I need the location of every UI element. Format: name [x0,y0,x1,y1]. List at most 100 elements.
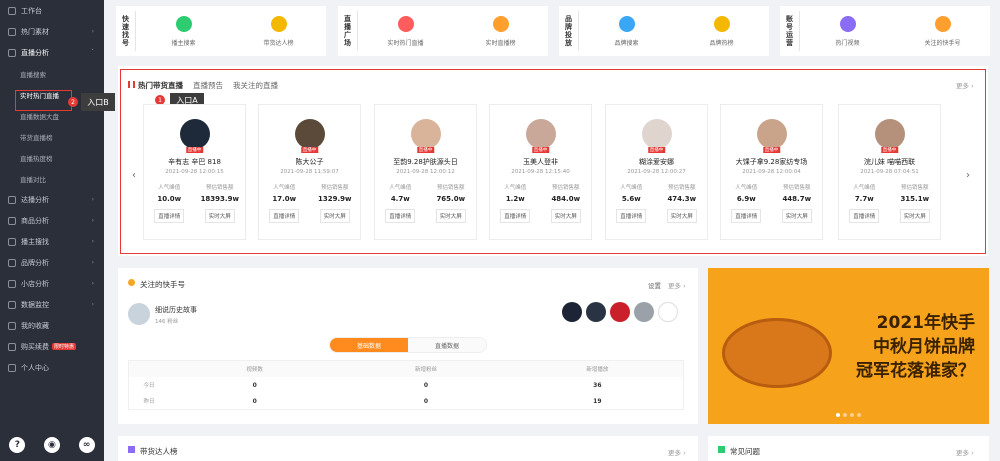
live-screen-button[interactable]: 实时大屏 [899,209,930,223]
account-avatar[interactable] [128,303,150,325]
avatar[interactable] [634,302,654,322]
live-time: 2021-09-28 12:00:04 [742,169,801,175]
avatar[interactable]: 直播中 [756,119,787,153]
live-time: 2021-09-28 11:59:07 [280,169,339,175]
streamer-name[interactable]: 至韵9.28护肤源头日 [393,157,458,167]
live-card[interactable]: 直播中 大馃子拿9.28家纺专场 2021-09-28 12:00:04 人气峰值 6.… [720,104,823,240]
live-screen-button[interactable]: 实时大屏 [435,209,466,223]
avatar[interactable]: 直播中 [874,119,905,153]
category-item[interactable]: 播主搜索 [136,15,231,47]
live-card[interactable]: 直播中 玉美人登非 2021-09-28 12:15:40 人气峰值 1.2w 预估销售额… [489,104,592,240]
sidebar-item[interactable]: 个人中心 [0,357,104,378]
promo-banner[interactable]: 2021年快手 中秋月饼品牌 冠军花落谁家？ [708,268,989,424]
live-screen-button[interactable]: 实时大屏 [666,209,697,223]
sidebar-subitem[interactable]: 带货直播榜 [0,126,104,147]
account-name[interactable]: 细说历史故事 [155,305,197,315]
avatar[interactable]: 直播中 [410,119,441,153]
sidebar-item[interactable]: 达播分析 › [0,189,104,210]
avatar[interactable] [562,302,582,322]
sidebar-item[interactable]: 品牌分析 › [0,252,104,273]
sidebar-item[interactable]: 我的收藏 [0,315,104,336]
cell: 0 [252,381,257,389]
sidebar-item-label: 达播分析 [21,195,49,204]
category-item[interactable]: 实时热门直播 [358,15,453,47]
tab-live-preview[interactable]: 直播预告 [193,80,223,91]
category-item[interactable]: 热门视频 [800,15,895,47]
avatar[interactable]: 直播中 [179,119,210,153]
live-detail-button[interactable]: 直播详情 [731,209,762,223]
tab-followed-live[interactable]: 我关注的直播 [233,80,278,91]
live-screen-button[interactable]: 实时大屏 [204,209,235,223]
sidebar-item[interactable]: 商品分析 › [0,210,104,231]
category-item[interactable]: 品牌搜索 [579,15,674,47]
followed-settings-link[interactable]: 设置 [648,280,661,290]
faq-more[interactable]: 更多 › [956,447,974,457]
sidebar-item[interactable]: 直播分析 ˇ [0,42,104,63]
streamer-name[interactable]: 玉美人登非 [523,157,558,167]
category-card: 直播广场 实时热门直播 实时直播榜 [338,6,548,56]
streamer-name[interactable]: 浣儿妹 喵喵西联 [864,157,915,167]
sidebar-item[interactable]: 购买续费 限时特惠 [0,336,104,357]
live-detail-button[interactable]: 直播详情 [500,209,531,223]
live-card[interactable]: 直播中 至韵9.28护肤源头日 2021-09-28 12:00:12 人气峰值 4.7… [374,104,477,240]
estimated-sales: 18393.9w [200,195,239,203]
tab-hot-live[interactable]: 热门带货直播 [138,80,183,91]
avatar[interactable] [610,302,630,322]
live-screen-button[interactable]: 实时大屏 [319,209,350,223]
live-badge: 直播中 [880,147,899,153]
live-card[interactable]: 直播中 辛有志 辛巴 818 2021-09-28 12:00:15 人气峰值 10.0… [143,104,246,240]
live-detail-button[interactable]: 直播详情 [154,209,185,223]
sidebar-subitem[interactable]: 直播热度榜 [0,147,104,168]
live-detail-button[interactable]: 直播详情 [269,209,300,223]
stat-label: 人气峰值 [158,185,181,191]
hot-more-link[interactable]: 更多 › [956,80,974,90]
category-item[interactable]: 品牌热榜 [674,15,769,47]
highlight-box-entry-b [15,90,72,111]
carousel-prev-icon[interactable]: ‹ [132,170,136,181]
wechat-icon[interactable]: ◉ [43,437,60,453]
live-screen-button[interactable]: 实时大屏 [550,209,581,223]
streamer-name[interactable]: 大馃子拿9.28家纺专场 [736,157,808,167]
sidebar-item[interactable]: 数据监控 › [0,294,104,315]
avatar[interactable]: 直播中 [294,119,325,153]
live-card[interactable]: 直播中 糊涂爱安娜 2021-09-28 12:00:27 人气峰值 5.6w 预估销售额… [605,104,708,240]
help-icon[interactable]: ? [9,437,26,453]
sidebar-item[interactable]: 播主搜找 › [0,231,104,252]
tab-live-data[interactable]: 直播数据 [408,338,486,352]
live-badge: 直播中 [416,147,435,153]
sidebar-subitem[interactable]: 直播对比 [0,168,104,189]
streamer-name[interactable]: 陈大公子 [296,157,324,167]
live-detail-button[interactable]: 直播详情 [616,209,647,223]
sidebar-item-label: 商品分析 [21,216,49,225]
stat-label: 人气峰值 [389,185,412,191]
sidebar-item-label: 热门素材 [21,27,49,36]
carousel-dots[interactable] [836,413,861,417]
menu-icon [8,258,16,267]
avatar[interactable] [586,302,606,322]
link-icon[interactable]: ∞ [78,437,95,453]
streamer-name[interactable]: 糊涂爱安娜 [639,157,674,167]
add-follow-icon[interactable] [658,302,678,322]
sidebar-subitem[interactable]: 直播搜索 [0,63,104,84]
top-sellers-more[interactable]: 更多 › [668,447,686,457]
category-item[interactable]: 实时直播榜 [453,15,548,47]
live-time: 2021-09-28 12:00:27 [627,169,686,175]
peak-popularity: 17.0w [272,195,297,203]
tab-basic-data[interactable]: 基础数据 [330,338,408,352]
sidebar-item[interactable]: 热门素材 › [0,21,104,42]
live-detail-button[interactable]: 直播详情 [849,209,880,223]
live-card[interactable]: 直播中 陈大公子 2021-09-28 11:59:07 人气峰值 17.0w 预估销售额… [258,104,361,240]
carousel-next-icon[interactable]: › [966,170,970,181]
live-screen-button[interactable]: 实时大屏 [781,209,812,223]
sidebar-item[interactable]: 工作台 [0,0,104,21]
streamer-name[interactable]: 辛有志 辛巴 818 [168,157,221,167]
avatar[interactable]: 直播中 [641,119,672,153]
category-item[interactable]: 关注的快手号 [895,15,990,47]
followed-more-link[interactable]: 更多 › [668,280,686,290]
sidebar-item[interactable]: 小店分析 › [0,273,104,294]
avatar[interactable]: 直播中 [525,119,556,153]
live-card[interactable]: 直播中 浣儿妹 喵喵西联 2021-09-28 07:04:51 人气峰值 7.7w 预估… [838,104,941,240]
live-detail-button[interactable]: 直播详情 [385,209,416,223]
category-item[interactable]: 带货达人榜 [231,15,326,47]
category-icon [397,15,414,32]
